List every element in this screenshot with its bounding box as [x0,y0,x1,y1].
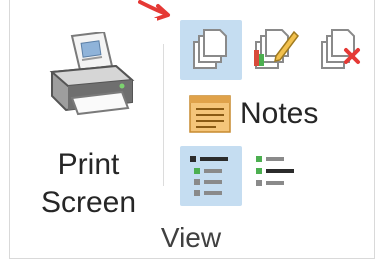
pages-edit-icon [254,29,299,69]
group-separator [163,44,164,186]
print-screen-button[interactable]: Print Screen [20,18,157,219]
page-view-button[interactable] [180,20,242,80]
delete-pages-button[interactable] [312,20,374,80]
outline-list-button[interactable] [180,146,242,206]
outline-list-icon [190,156,228,196]
print-label-line1: Print [57,148,120,181]
pages-delete-icon [321,29,360,69]
outline-tree-icon [256,156,294,186]
printer-icon [49,32,135,116]
notes-icon [189,95,231,133]
edit-pages-button[interactable] [246,20,308,80]
notes-label: Notes [240,97,319,130]
notes-button[interactable]: Notes [184,88,344,142]
print-screen-label: Print Screen [20,146,157,222]
print-label-line2: Screen [40,186,137,219]
outline-tree-button[interactable] [246,146,308,206]
group-label-view: View [160,222,222,253]
pages-icon [193,29,227,69]
